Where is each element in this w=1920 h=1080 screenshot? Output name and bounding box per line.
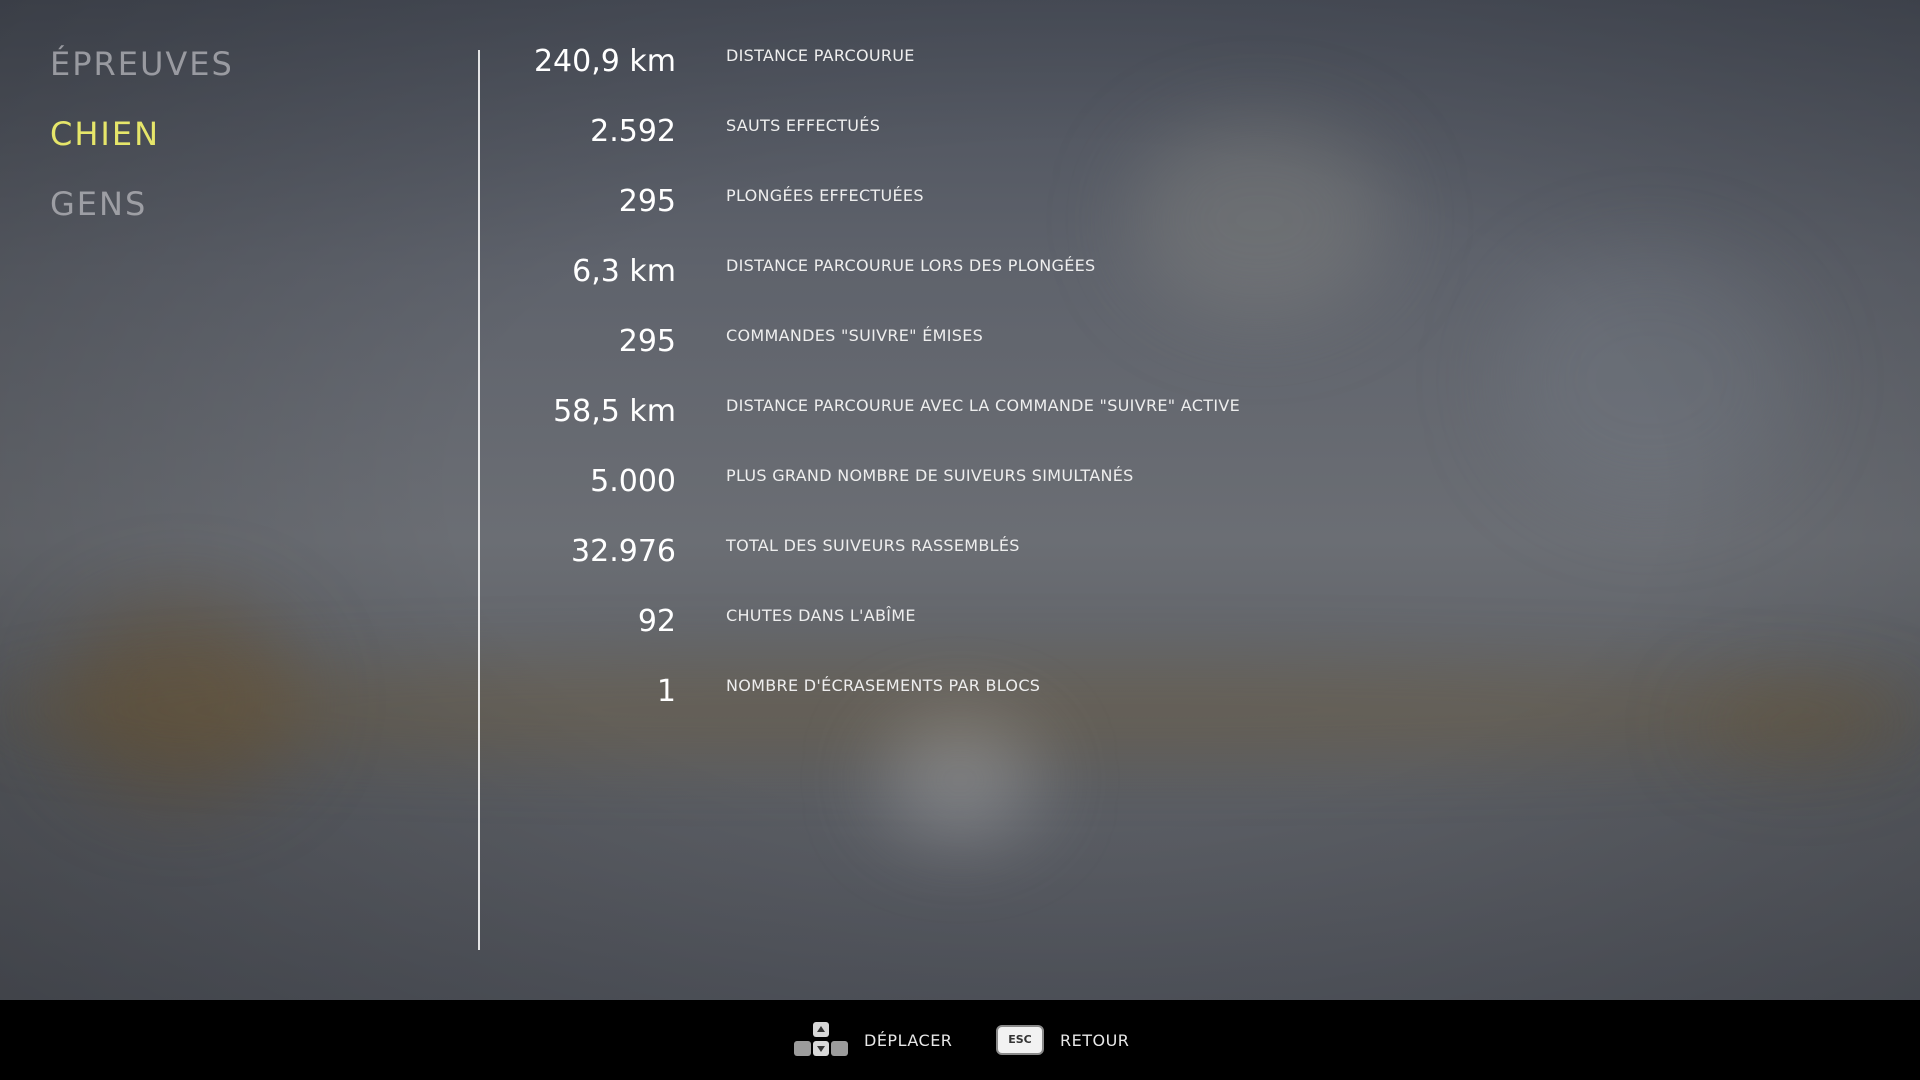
- stat-value: 5.000: [590, 464, 676, 499]
- stat-row: 5.000 PLUS GRAND NOMBRE DE SUIVEURS SIMU…: [500, 460, 1700, 530]
- stat-label: DISTANCE PARCOURUE AVEC LA COMMANDE "SUI…: [726, 396, 1240, 415]
- stat-row: 92 CHUTES DANS L'ABÎME: [500, 600, 1700, 670]
- stat-row: 32.976 TOTAL DES SUIVEURS RASSEMBLÉS: [500, 530, 1700, 600]
- stat-value: 240,9 km: [533, 44, 676, 79]
- stat-value: 295: [618, 184, 676, 219]
- category-nav: ÉPREUVES CHIEN GENS: [50, 44, 234, 254]
- stat-label: COMMANDES "SUIVRE" ÉMISES: [726, 326, 984, 345]
- stat-label: NOMBRE D'ÉCRASEMENTS PAR BLOCS: [726, 676, 1041, 695]
- stat-label: TOTAL DES SUIVEURS RASSEMBLÉS: [726, 536, 1020, 555]
- stat-value: 6,3 km: [572, 254, 676, 289]
- stat-value: 92: [637, 604, 676, 639]
- stat-row: 2.592 SAUTS EFFECTUÉS: [500, 110, 1700, 180]
- stat-row: 1 NOMBRE D'ÉCRASEMENTS PAR BLOCS: [500, 670, 1700, 740]
- stat-label: CHUTES DANS L'ABÎME: [726, 606, 916, 625]
- esc-key-icon: ESC: [996, 1025, 1044, 1055]
- stat-value: 58,5 km: [553, 394, 676, 429]
- stat-label: DISTANCE PARCOURUE: [726, 46, 915, 65]
- stat-value: 295: [618, 324, 676, 359]
- footer-hint-bar: DÉPLACER ESC RETOUR: [0, 1000, 1920, 1080]
- stat-row: 6,3 km DISTANCE PARCOURUE LORS DES PLONG…: [500, 250, 1700, 320]
- move-hint[interactable]: DÉPLACER: [794, 1000, 952, 1080]
- dpad-up-down-icon: [794, 1022, 848, 1058]
- nav-item-epreuves[interactable]: ÉPREUVES: [50, 44, 234, 114]
- stat-value: 32.976: [571, 534, 676, 569]
- stat-value: 1: [656, 674, 676, 709]
- back-label: RETOUR: [1060, 1030, 1130, 1050]
- stat-row: 58,5 km DISTANCE PARCOURUE AVEC LA COMMA…: [500, 390, 1700, 460]
- stat-value: 2.592: [590, 114, 676, 149]
- stat-label: DISTANCE PARCOURUE LORS DES PLONGÉES: [726, 256, 1096, 275]
- stat-label: PLONGÉES EFFECTUÉES: [726, 186, 924, 205]
- stats-list: 240,9 km DISTANCE PARCOURUE 2.592 SAUTS …: [500, 40, 1700, 740]
- stat-row: 295 COMMANDES "SUIVRE" ÉMISES: [500, 320, 1700, 390]
- back-hint[interactable]: ESC RETOUR: [996, 1000, 1129, 1080]
- nav-item-gens[interactable]: GENS: [50, 184, 234, 254]
- stat-label: PLUS GRAND NOMBRE DE SUIVEURS SIMULTANÉS: [726, 466, 1134, 485]
- stat-label: SAUTS EFFECTUÉS: [726, 116, 881, 135]
- move-label: DÉPLACER: [864, 1030, 953, 1050]
- stat-row: 295 PLONGÉES EFFECTUÉES: [500, 180, 1700, 250]
- stat-row: 240,9 km DISTANCE PARCOURUE: [500, 40, 1700, 110]
- stats-screen: ÉPREUVES CHIEN GENS 240,9 km DISTANCE PA…: [0, 0, 1920, 1080]
- nav-item-chien[interactable]: CHIEN: [50, 114, 234, 184]
